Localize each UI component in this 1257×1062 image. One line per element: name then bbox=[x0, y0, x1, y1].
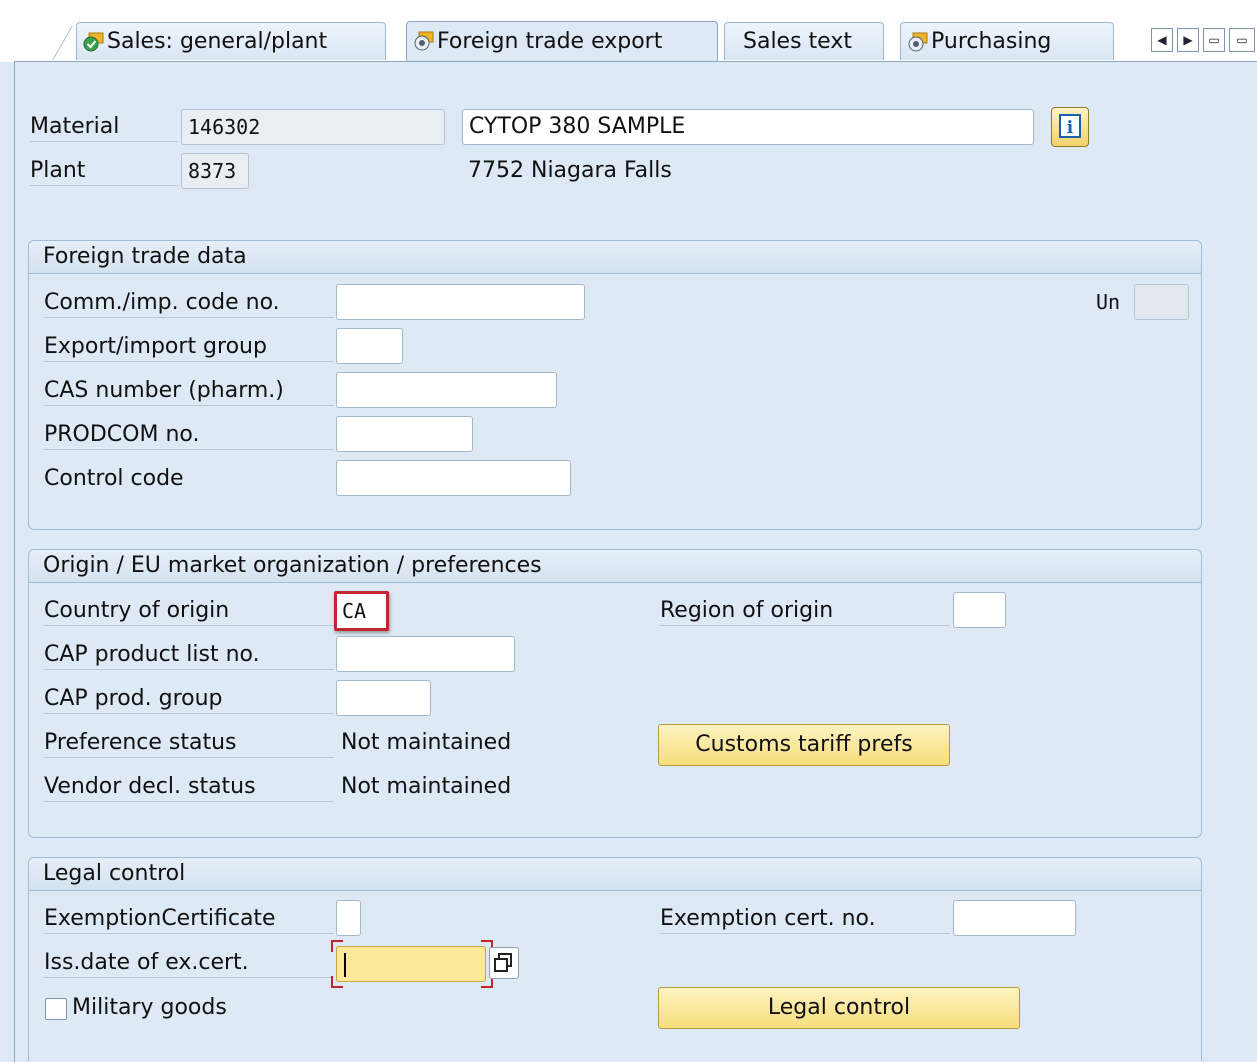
control-code-field[interactable] bbox=[336, 460, 571, 496]
exemption-certificate-label: ExemptionCertificate bbox=[44, 906, 334, 934]
tab-label: Foreign trade export bbox=[437, 29, 663, 54]
comm-code-field[interactable] bbox=[336, 284, 585, 320]
group-title: Foreign trade data bbox=[29, 241, 1201, 274]
prodcom-field[interactable] bbox=[336, 416, 473, 452]
group-title: Origin / EU market organization / prefer… bbox=[29, 550, 1201, 583]
cap-product-list-field[interactable] bbox=[336, 636, 515, 672]
legal-control-button[interactable]: Legal control bbox=[658, 987, 1020, 1029]
military-goods-label: Military goods bbox=[72, 995, 227, 1020]
control-code-label: Control code bbox=[44, 466, 184, 491]
plant-description: 7752 Niagara Falls bbox=[468, 158, 672, 183]
tab-scroll-right-button[interactable]: ▶ bbox=[1177, 28, 1199, 52]
tab-strip: Sales: general/plant Foreign trade expor… bbox=[0, 0, 1257, 62]
tab-label: Sales text bbox=[743, 29, 852, 54]
svg-text:i: i bbox=[1067, 118, 1074, 138]
cas-number-field[interactable] bbox=[336, 372, 557, 408]
settings-icon bbox=[907, 32, 929, 52]
exemption-certificate-checkbox[interactable] bbox=[336, 900, 361, 936]
group-title: Legal control bbox=[29, 858, 1201, 891]
preference-status-label: Preference status bbox=[44, 730, 334, 758]
cap-product-list-label: CAP product list no. bbox=[44, 642, 334, 670]
cap-prod-group-label: CAP prod. group bbox=[44, 686, 334, 714]
material-description-field[interactable]: CYTOP 380 SAMPLE bbox=[462, 109, 1034, 145]
vendor-decl-status-label: Vendor decl. status bbox=[44, 774, 334, 802]
settings-icon bbox=[413, 31, 435, 51]
country-of-origin-label: Country of origin bbox=[44, 598, 334, 626]
country-of-origin-field[interactable]: CA bbox=[334, 591, 389, 631]
tab-overflow-button[interactable]: ▭ bbox=[1229, 28, 1255, 52]
region-of-origin-field[interactable] bbox=[953, 592, 1006, 628]
info-icon[interactable]: i bbox=[1051, 107, 1089, 147]
tab-foreign-trade-export[interactable]: Foreign trade export bbox=[406, 21, 718, 61]
tab-scroll-left-button[interactable]: ◀ bbox=[1151, 28, 1173, 52]
material-label: Material bbox=[30, 114, 178, 142]
tab-purchasing[interactable]: Purchasing bbox=[900, 22, 1114, 60]
plant-field[interactable]: 8373 bbox=[181, 153, 249, 189]
region-of-origin-label: Region of origin bbox=[660, 598, 950, 626]
iss-date-label: Iss.date of ex.cert. bbox=[44, 950, 334, 978]
tab-label: Purchasing bbox=[931, 29, 1052, 54]
un-field[interactable] bbox=[1134, 284, 1189, 320]
check-icon bbox=[83, 32, 105, 52]
exemption-cert-no-field[interactable] bbox=[953, 900, 1076, 936]
calendar-picker-icon[interactable] bbox=[489, 947, 519, 979]
tab-list-button[interactable]: ▭ bbox=[1203, 28, 1225, 52]
comm-code-label: Comm./imp. code no. bbox=[44, 290, 334, 318]
preference-status-value: Not maintained bbox=[341, 730, 512, 755]
exemption-cert-no-label: Exemption cert. no. bbox=[660, 906, 950, 934]
export-group-field[interactable] bbox=[336, 328, 403, 364]
tab-sales-text[interactable]: Sales text bbox=[724, 22, 884, 60]
export-group-label: Export/import group bbox=[44, 334, 334, 362]
cap-prod-group-field[interactable] bbox=[336, 680, 431, 716]
plant-label: Plant bbox=[30, 158, 178, 186]
un-label: Un bbox=[1096, 290, 1121, 314]
vendor-decl-status-value: Not maintained bbox=[341, 774, 512, 799]
iss-date-field[interactable] bbox=[336, 946, 486, 982]
text-cursor bbox=[344, 953, 346, 977]
tab-sales-general-plant[interactable]: Sales: general/plant bbox=[76, 22, 386, 60]
material-field[interactable]: 146302 bbox=[181, 109, 445, 145]
tab-label: Sales: general/plant bbox=[107, 29, 328, 54]
prodcom-label: PRODCOM no. bbox=[44, 422, 334, 450]
customs-tariff-prefs-button[interactable]: Customs tariff prefs bbox=[658, 724, 950, 766]
military-goods-checkbox[interactable] bbox=[45, 998, 67, 1020]
cas-number-label: CAS number (pharm.) bbox=[44, 378, 334, 406]
